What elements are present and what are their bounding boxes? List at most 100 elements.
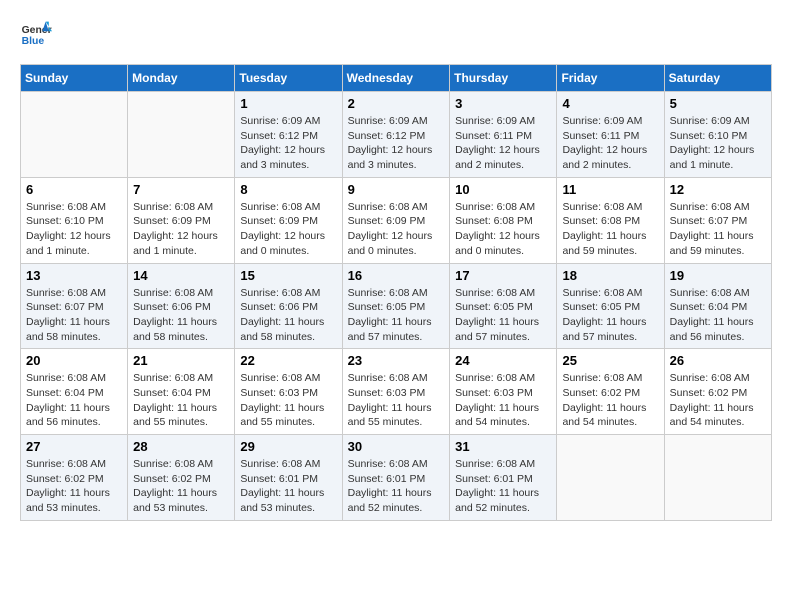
day-number: 20	[26, 353, 122, 368]
calendar-cell: 18 Sunrise: 6:08 AM Sunset: 6:05 PM Dayli…	[557, 263, 664, 349]
day-number: 13	[26, 268, 122, 283]
calendar-cell: 26 Sunrise: 6:08 AM Sunset: 6:02 PM Dayli…	[664, 349, 771, 435]
weekday-header-tuesday: Tuesday	[235, 65, 342, 92]
calendar-cell: 31Sunrise: 6:08 AM Sunset: 6:01 PM Dayli…	[450, 435, 557, 521]
calendar-week-row: 20 Sunrise: 6:08 AM Sunset: 6:04 PM Dayli…	[21, 349, 772, 435]
day-number: 4	[562, 96, 658, 111]
weekday-header-thursday: Thursday	[450, 65, 557, 92]
day-info: Sunrise: 6:08 AM Sunset: 6:04 PM Dayligh…	[670, 286, 766, 345]
calendar-body: 1 Sunrise: 6:09 AM Sunset: 6:12 PM Daylig…	[21, 92, 772, 521]
day-info: Sunrise: 6:08 AM Sunset: 6:03 PM Dayligh…	[455, 371, 551, 430]
weekday-row: SundayMondayTuesdayWednesdayThursdayFrid…	[21, 65, 772, 92]
calendar-cell: 10 Sunrise: 6:08 AM Sunset: 6:08 PM Dayli…	[450, 177, 557, 263]
day-info: Sunrise: 6:08 AM Sunset: 6:06 PM Dayligh…	[240, 286, 336, 345]
day-number: 6	[26, 182, 122, 197]
day-info: Sunrise: 6:08 AM Sunset: 6:02 PM Dayligh…	[133, 457, 229, 516]
calendar-cell: 19 Sunrise: 6:08 AM Sunset: 6:04 PM Dayli…	[664, 263, 771, 349]
calendar-header: SundayMondayTuesdayWednesdayThursdayFrid…	[21, 65, 772, 92]
calendar-cell: 7 Sunrise: 6:08 AM Sunset: 6:09 PM Daylig…	[128, 177, 235, 263]
calendar-cell: 8Sunrise: 6:08 AM Sunset: 6:09 PM Daylig…	[235, 177, 342, 263]
day-info: Sunrise: 6:08 AM Sunset: 6:03 PM Dayligh…	[348, 371, 445, 430]
calendar-cell	[21, 92, 128, 178]
calendar-cell: 14Sunrise: 6:08 AM Sunset: 6:06 PM Dayli…	[128, 263, 235, 349]
logo: General Blue	[20, 20, 52, 48]
calendar-cell	[557, 435, 664, 521]
day-number: 16	[348, 268, 445, 283]
day-info: Sunrise: 6:09 AM Sunset: 6:11 PM Dayligh…	[562, 114, 658, 173]
day-number: 30	[348, 439, 445, 454]
calendar-cell: 23 Sunrise: 6:08 AM Sunset: 6:03 PM Dayli…	[342, 349, 450, 435]
calendar-cell: 15 Sunrise: 6:08 AM Sunset: 6:06 PM Dayli…	[235, 263, 342, 349]
day-info: Sunrise: 6:08 AM Sunset: 6:02 PM Dayligh…	[670, 371, 766, 430]
calendar-cell: 5 Sunrise: 6:09 AM Sunset: 6:10 PM Daylig…	[664, 92, 771, 178]
day-info: Sunrise: 6:09 AM Sunset: 6:10 PM Dayligh…	[670, 114, 766, 173]
day-info: Sunrise: 6:08 AM Sunset: 6:02 PM Dayligh…	[26, 457, 122, 516]
logo-icon: General Blue	[20, 20, 52, 48]
day-info: Sunrise: 6:08 AM Sunset: 6:05 PM Dayligh…	[562, 286, 658, 345]
day-number: 22	[240, 353, 336, 368]
calendar-cell: 21 Sunrise: 6:08 AM Sunset: 6:04 PM Dayli…	[128, 349, 235, 435]
day-info: Sunrise: 6:08 AM Sunset: 6:05 PM Dayligh…	[348, 286, 445, 345]
day-info: Sunrise: 6:08 AM Sunset: 6:07 PM Dayligh…	[670, 200, 766, 259]
weekday-header-friday: Friday	[557, 65, 664, 92]
day-number: 27	[26, 439, 122, 454]
weekday-header-wednesday: Wednesday	[342, 65, 450, 92]
day-number: 2	[348, 96, 445, 111]
calendar-cell: 25 Sunrise: 6:08 AM Sunset: 6:02 PM Dayli…	[557, 349, 664, 435]
day-number: 21	[133, 353, 229, 368]
day-number: 18	[562, 268, 658, 283]
calendar-cell: 28Sunrise: 6:08 AM Sunset: 6:02 PM Dayli…	[128, 435, 235, 521]
day-number: 26	[670, 353, 766, 368]
calendar-cell: 30Sunrise: 6:08 AM Sunset: 6:01 PM Dayli…	[342, 435, 450, 521]
calendar-cell: 29Sunrise: 6:08 AM Sunset: 6:01 PM Dayli…	[235, 435, 342, 521]
page-header: General Blue	[20, 20, 772, 48]
weekday-header-saturday: Saturday	[664, 65, 771, 92]
calendar-week-row: 1 Sunrise: 6:09 AM Sunset: 6:12 PM Daylig…	[21, 92, 772, 178]
day-number: 15	[240, 268, 336, 283]
calendar-cell	[128, 92, 235, 178]
day-info: Sunrise: 6:08 AM Sunset: 6:09 PM Dayligh…	[348, 200, 445, 259]
day-info: Sunrise: 6:08 AM Sunset: 6:09 PM Dayligh…	[240, 200, 336, 259]
calendar-cell: 2Sunrise: 6:09 AM Sunset: 6:12 PM Daylig…	[342, 92, 450, 178]
calendar-cell: 11Sunrise: 6:08 AM Sunset: 6:08 PM Dayli…	[557, 177, 664, 263]
day-info: Sunrise: 6:08 AM Sunset: 6:02 PM Dayligh…	[562, 371, 658, 430]
day-number: 1	[240, 96, 336, 111]
calendar-cell: 16 Sunrise: 6:08 AM Sunset: 6:05 PM Dayli…	[342, 263, 450, 349]
day-info: Sunrise: 6:08 AM Sunset: 6:07 PM Dayligh…	[26, 286, 122, 345]
day-number: 3	[455, 96, 551, 111]
weekday-header-monday: Monday	[128, 65, 235, 92]
day-number: 10	[455, 182, 551, 197]
calendar-cell: 20Sunrise: 6:08 AM Sunset: 6:04 PM Dayli…	[21, 349, 128, 435]
day-info: Sunrise: 6:08 AM Sunset: 6:09 PM Dayligh…	[133, 200, 229, 259]
svg-text:Blue: Blue	[22, 36, 45, 47]
day-number: 17	[455, 268, 551, 283]
day-number: 5	[670, 96, 766, 111]
day-info: Sunrise: 6:09 AM Sunset: 6:12 PM Dayligh…	[240, 114, 336, 173]
day-info: Sunrise: 6:08 AM Sunset: 6:05 PM Dayligh…	[455, 286, 551, 345]
calendar-cell: 13 Sunrise: 6:08 AM Sunset: 6:07 PM Dayli…	[21, 263, 128, 349]
calendar-cell: 1 Sunrise: 6:09 AM Sunset: 6:12 PM Daylig…	[235, 92, 342, 178]
day-info: Sunrise: 6:08 AM Sunset: 6:04 PM Dayligh…	[133, 371, 229, 430]
calendar-week-row: 27 Sunrise: 6:08 AM Sunset: 6:02 PM Dayli…	[21, 435, 772, 521]
calendar-cell: 9 Sunrise: 6:08 AM Sunset: 6:09 PM Daylig…	[342, 177, 450, 263]
day-number: 9	[348, 182, 445, 197]
day-number: 25	[562, 353, 658, 368]
day-number: 23	[348, 353, 445, 368]
calendar-cell: 4 Sunrise: 6:09 AM Sunset: 6:11 PM Daylig…	[557, 92, 664, 178]
day-number: 7	[133, 182, 229, 197]
calendar-cell: 3 Sunrise: 6:09 AM Sunset: 6:11 PM Daylig…	[450, 92, 557, 178]
weekday-header-sunday: Sunday	[21, 65, 128, 92]
day-info: Sunrise: 6:08 AM Sunset: 6:01 PM Dayligh…	[240, 457, 336, 516]
calendar-cell: 24Sunrise: 6:08 AM Sunset: 6:03 PM Dayli…	[450, 349, 557, 435]
calendar-cell: 22 Sunrise: 6:08 AM Sunset: 6:03 PM Dayli…	[235, 349, 342, 435]
calendar-cell: 12Sunrise: 6:08 AM Sunset: 6:07 PM Dayli…	[664, 177, 771, 263]
day-info: Sunrise: 6:09 AM Sunset: 6:11 PM Dayligh…	[455, 114, 551, 173]
calendar-cell: 27 Sunrise: 6:08 AM Sunset: 6:02 PM Dayli…	[21, 435, 128, 521]
day-number: 31	[455, 439, 551, 454]
day-number: 19	[670, 268, 766, 283]
calendar-cell: 17 Sunrise: 6:08 AM Sunset: 6:05 PM Dayli…	[450, 263, 557, 349]
day-info: Sunrise: 6:08 AM Sunset: 6:03 PM Dayligh…	[240, 371, 336, 430]
calendar-week-row: 13 Sunrise: 6:08 AM Sunset: 6:07 PM Dayli…	[21, 263, 772, 349]
day-info: Sunrise: 6:08 AM Sunset: 6:08 PM Dayligh…	[455, 200, 551, 259]
calendar-cell: 6Sunrise: 6:08 AM Sunset: 6:10 PM Daylig…	[21, 177, 128, 263]
